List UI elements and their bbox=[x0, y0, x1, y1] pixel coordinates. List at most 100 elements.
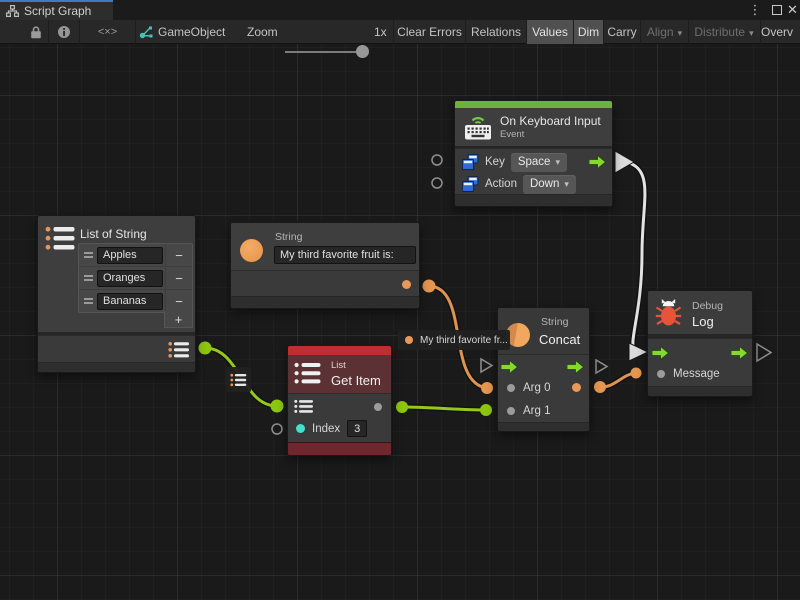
list-output-port[interactable] bbox=[168, 341, 190, 359]
gameobject-label: GameObject bbox=[158, 20, 225, 44]
key-port-label: Key bbox=[485, 156, 505, 168]
lock-icon bbox=[30, 25, 42, 39]
node-debug-log[interactable]: Debug Log Message bbox=[647, 290, 753, 397]
node-category: String bbox=[541, 316, 568, 328]
drag-handle-icon[interactable] bbox=[79, 275, 97, 281]
list-item-field[interactable]: Bananas bbox=[97, 293, 163, 310]
node-subtitle: String bbox=[275, 231, 302, 243]
keyboard-icon bbox=[463, 113, 493, 141]
list-input-port[interactable] bbox=[294, 399, 314, 414]
zoom-label: Zoom bbox=[247, 20, 278, 44]
tab-bar: Script Graph ⋮ ✕ bbox=[0, 0, 800, 20]
chevron-down-icon: ▾ bbox=[564, 179, 569, 190]
list-icon bbox=[294, 361, 321, 386]
bug-icon bbox=[655, 298, 682, 327]
overview-button[interactable]: Overv bbox=[761, 20, 800, 44]
tab-script-graph[interactable]: Script Graph bbox=[0, 0, 113, 20]
flow-in-port[interactable] bbox=[652, 346, 669, 360]
error-accent-bar bbox=[288, 346, 391, 355]
info-icon bbox=[57, 25, 71, 39]
remove-item-button[interactable]: − bbox=[165, 244, 192, 266]
flow-out-port[interactable] bbox=[567, 360, 584, 374]
node-on-keyboard-input[interactable]: On Keyboard Input Event Key Space ▾ bbox=[454, 100, 613, 207]
chevron-down-icon: ▾ bbox=[749, 28, 754, 38]
graph-icon bbox=[6, 5, 19, 17]
node-title: Log bbox=[692, 314, 714, 329]
drag-handle-icon[interactable] bbox=[79, 252, 97, 258]
node-concat[interactable]: String Concat Arg 0 Arg 1 bbox=[497, 307, 590, 432]
wire-value-tooltip: My third favorite fr... bbox=[398, 330, 510, 350]
node-string-literal[interactable]: String My third favorite fruit is: bbox=[230, 222, 420, 309]
lock-button[interactable] bbox=[24, 20, 48, 44]
unity-script-graph-window: Script Graph ⋮ ✕ <×> bbox=[0, 0, 800, 600]
arg1-input-port[interactable] bbox=[507, 407, 515, 415]
action-dropdown[interactable]: Down ▾ bbox=[523, 175, 576, 194]
list-item-field[interactable]: Oranges bbox=[97, 270, 163, 287]
keycode-icon bbox=[462, 154, 479, 170]
event-accent-bar bbox=[455, 101, 612, 108]
arg0-label: Arg 0 bbox=[523, 382, 551, 394]
index-input-port[interactable] bbox=[296, 424, 305, 433]
node-title: Get Item bbox=[331, 373, 381, 388]
clear-errors-button[interactable]: Clear Errors bbox=[394, 20, 465, 44]
string-value-field[interactable]: My third favorite fruit is: bbox=[274, 246, 416, 264]
maximize-icon[interactable] bbox=[772, 0, 782, 20]
list-item-row: Oranges − bbox=[79, 267, 192, 290]
add-item-button[interactable]: + bbox=[164, 311, 193, 328]
flow-in-port[interactable] bbox=[501, 360, 518, 374]
gameobject-icon bbox=[139, 25, 154, 39]
string-value-icon bbox=[405, 336, 413, 344]
wire-value-list-badge bbox=[226, 367, 251, 392]
arg1-label: Arg 1 bbox=[523, 405, 551, 417]
list-icon bbox=[45, 225, 75, 252]
distribute-dropdown[interactable]: Distribute▾ bbox=[689, 20, 759, 44]
string-type-icon bbox=[240, 239, 263, 262]
drag-handle-icon[interactable] bbox=[79, 298, 97, 304]
chevron-down-icon: ▾ bbox=[555, 157, 560, 168]
wire-value-text: My third favorite fr... bbox=[420, 335, 508, 346]
align-dropdown[interactable]: Align▾ bbox=[641, 20, 688, 44]
zoom-slider-track[interactable] bbox=[285, 51, 365, 53]
remove-item-button[interactable]: − bbox=[165, 267, 192, 289]
string-output-port[interactable] bbox=[402, 280, 411, 289]
window-menu-icon[interactable]: ⋮ bbox=[748, 0, 762, 20]
list-item-field[interactable]: Apples bbox=[97, 247, 163, 264]
close-icon[interactable]: ✕ bbox=[787, 0, 798, 20]
list-editor: Apples − Oranges − Bananas − bbox=[78, 243, 193, 313]
result-output-port[interactable] bbox=[572, 383, 581, 392]
error-footer bbox=[288, 442, 391, 455]
remove-item-button[interactable]: − bbox=[165, 290, 192, 312]
keycode-icon bbox=[462, 176, 479, 192]
index-field[interactable]: 3 bbox=[347, 420, 367, 437]
chevron-down-icon: ▾ bbox=[678, 28, 683, 38]
flow-out-port[interactable] bbox=[589, 155, 606, 169]
graph-toolbar: <×> GameObject Zoom 1x Clear Errors Rela… bbox=[0, 20, 800, 44]
list-item-row: Bananas − bbox=[79, 290, 192, 312]
node-category: Debug bbox=[692, 300, 723, 312]
node-title: Concat bbox=[539, 332, 580, 347]
code-view-button[interactable]: <×> bbox=[80, 20, 135, 44]
tab-title: Script Graph bbox=[24, 4, 91, 18]
message-label: Message bbox=[673, 368, 720, 380]
zoom-slider-handle[interactable] bbox=[356, 45, 369, 58]
node-subtitle: Event bbox=[500, 129, 524, 140]
node-list-of-string[interactable]: List of String Apples − Oranges − Banana… bbox=[37, 215, 196, 373]
index-label: Index bbox=[312, 423, 340, 435]
info-button[interactable] bbox=[49, 20, 79, 44]
list-icon bbox=[230, 373, 247, 387]
message-input-port[interactable] bbox=[657, 370, 665, 378]
carry-button[interactable]: Carry bbox=[604, 20, 640, 44]
zoom-value: 1x bbox=[374, 20, 387, 44]
arg0-input-port[interactable] bbox=[507, 384, 515, 392]
node-title: On Keyboard Input bbox=[500, 114, 601, 128]
node-get-item[interactable]: List Get Item Index 3 bbox=[287, 345, 392, 456]
relations-button[interactable]: Relations bbox=[466, 20, 526, 44]
values-toggle[interactable]: Values bbox=[527, 20, 573, 44]
node-title: List of String bbox=[80, 227, 147, 241]
list-item-row: Apples − bbox=[79, 244, 192, 267]
item-output-port[interactable] bbox=[374, 403, 382, 411]
dim-toggle[interactable]: Dim bbox=[574, 20, 603, 44]
flow-out-port[interactable] bbox=[731, 346, 748, 360]
key-dropdown[interactable]: Space ▾ bbox=[511, 153, 567, 172]
node-category: List bbox=[331, 360, 346, 371]
